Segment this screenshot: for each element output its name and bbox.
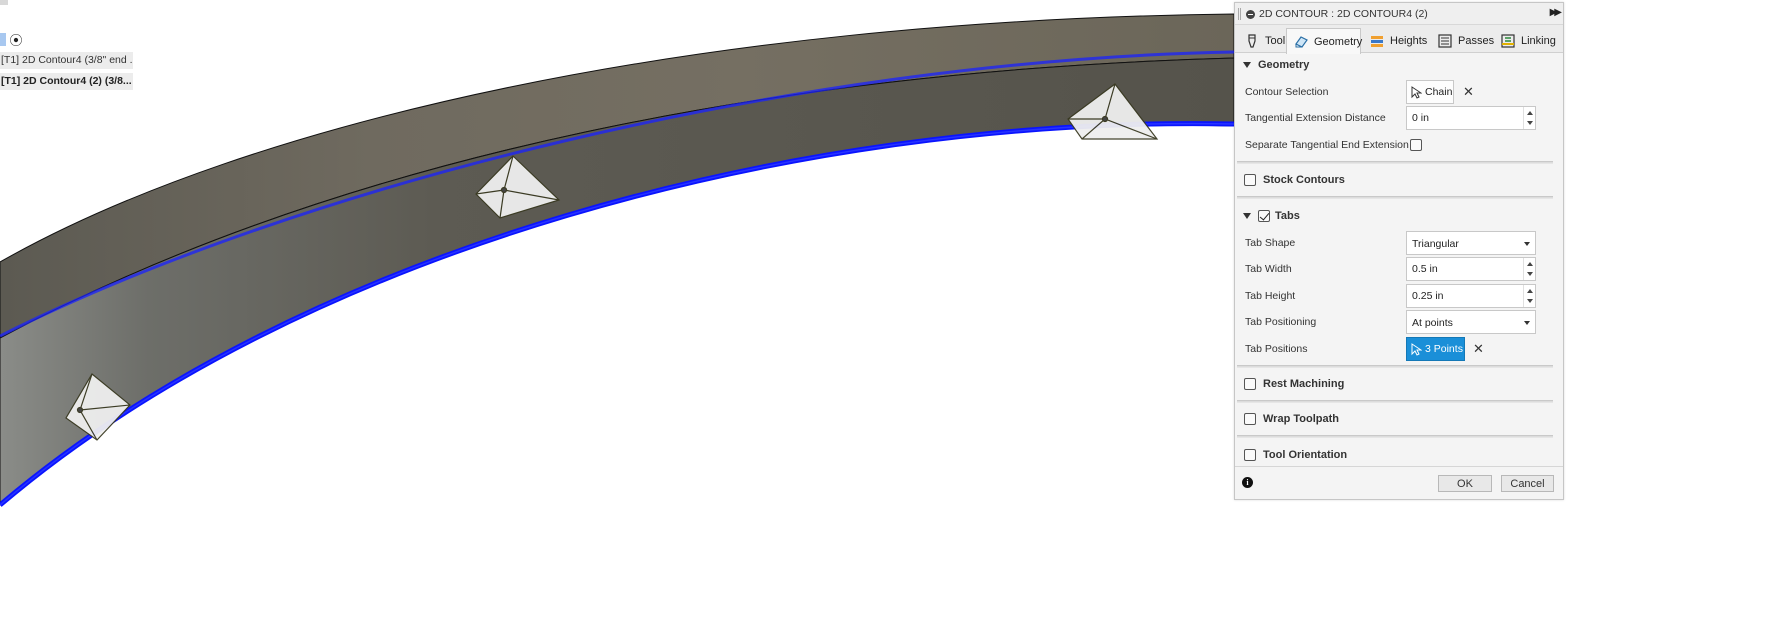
geometry-heading: Geometry: [1258, 59, 1310, 71]
tab-width-label: Tab Width: [1245, 263, 1292, 275]
chain-label: Chain: [1425, 86, 1453, 98]
tabs-checkbox[interactable]: [1258, 210, 1270, 222]
tangential-extension-row: Tangential Extension Distance: [1235, 106, 1563, 132]
tool-orientation-label: Tool Orientation: [1263, 449, 1348, 461]
dialog-title-bar[interactable]: 2D CONTOUR : 2D CONTOUR4 (2) ▶▶: [1235, 3, 1563, 25]
stock-contours-header[interactable]: Stock Contours: [1235, 170, 1563, 190]
contour-selection-label: Contour Selection: [1245, 86, 1329, 98]
tab-positions-label: Tab Positions: [1245, 343, 1308, 355]
tool-icon: [1244, 33, 1260, 49]
tab-shape-row: Tab Shape Triangular: [1235, 231, 1563, 257]
tangential-extension-stepper[interactable]: [1523, 107, 1535, 129]
cursor-arrow-icon: [1411, 85, 1422, 99]
geometry-section-header[interactable]: Geometry: [1235, 55, 1563, 75]
cursor-arrow-icon: [1411, 342, 1422, 356]
contour-selection-row: Contour Selection Chain ✕: [1235, 80, 1563, 106]
browser-stub: [0, 0, 8, 5]
linking-icon: [1500, 33, 1516, 49]
tab-shape-select[interactable]: Triangular: [1406, 231, 1536, 255]
tab-geometry[interactable]: Geometry: [1286, 28, 1363, 54]
divider: [1237, 400, 1553, 403]
tab-tool[interactable]: Tool: [1237, 28, 1285, 53]
divider: [1237, 365, 1553, 368]
tab-width-stepper[interactable]: [1523, 258, 1535, 280]
contour-selection-button[interactable]: Chain: [1406, 80, 1454, 104]
drag-grip-icon[interactable]: [1238, 8, 1241, 20]
tab-tool-label: Tool: [1265, 35, 1286, 47]
tab-passes[interactable]: Passes: [1430, 28, 1495, 53]
tab-geometry-label: Geometry: [1314, 35, 1363, 48]
rest-machining-checkbox[interactable]: [1244, 378, 1256, 390]
tab-passes-label: Passes: [1458, 35, 1495, 47]
divider: [1237, 435, 1553, 438]
dialog-title: 2D CONTOUR : 2D CONTOUR4 (2): [1259, 8, 1428, 20]
collapse-triangle-icon: [1243, 62, 1251, 68]
stock-contours-checkbox[interactable]: [1244, 174, 1256, 186]
tab-height-row: Tab Height: [1235, 284, 1563, 310]
operation-dialog: 2D CONTOUR : 2D CONTOUR4 (2) ▶▶ Tool Geo…: [1234, 2, 1564, 500]
tab-height-label: Tab Height: [1245, 290, 1296, 302]
chevron-down-icon: [1524, 242, 1530, 246]
wrap-toolpath-header[interactable]: Wrap Toolpath: [1235, 409, 1563, 429]
rest-machining-header[interactable]: Rest Machining: [1235, 374, 1563, 394]
dialog-tabs: Tool Geometry Heights Passes Linking: [1235, 25, 1563, 54]
collapse-icon[interactable]: [1246, 10, 1255, 19]
tab-shape-value: Triangular: [1412, 238, 1459, 250]
tab-linking-label: Linking: [1521, 35, 1556, 47]
dialog-footer: i OK Cancel: [1235, 466, 1563, 499]
separate-tangential-checkbox[interactable]: [1410, 139, 1422, 151]
separate-tangential-label: Separate Tangential End Extension: [1245, 139, 1409, 151]
passes-icon: [1437, 33, 1453, 49]
tab-heights[interactable]: Heights: [1362, 28, 1429, 53]
tab-positions-button[interactable]: 3 Points: [1406, 337, 1465, 361]
divider: [1237, 161, 1553, 164]
tab-height-field[interactable]: [1406, 284, 1536, 308]
geometry-icon: [1293, 34, 1309, 50]
collapse-triangle-icon: [1243, 213, 1251, 219]
tangential-extension-input[interactable]: [1410, 110, 1520, 126]
tab-width-input[interactable]: [1410, 261, 1520, 277]
tab-width-row: Tab Width: [1235, 257, 1563, 283]
wrap-toolpath-checkbox[interactable]: [1244, 413, 1256, 425]
divider: [1237, 196, 1553, 199]
tool-orientation-checkbox[interactable]: [1244, 449, 1256, 461]
wrap-toolpath-label: Wrap Toolpath: [1263, 413, 1339, 425]
tab-positions-row: Tab Positions 3 Points ✕: [1235, 337, 1563, 363]
tab-linking[interactable]: Linking: [1493, 28, 1559, 53]
cancel-button[interactable]: Cancel: [1501, 475, 1554, 492]
tab-positioning-label: Tab Positioning: [1245, 316, 1317, 328]
browser-item-contour4-2[interactable]: [T1] 2D Contour4 (2) (3/8...: [0, 73, 133, 90]
target-radio-icon[interactable]: ⦿: [9, 33, 23, 47]
part-side-face[interactable]: [0, 57, 1235, 506]
tab-positions-value: 3 Points: [1425, 343, 1463, 355]
tangential-extension-field[interactable]: [1406, 106, 1536, 130]
tabs-section-header[interactable]: Tabs: [1235, 206, 1563, 226]
clear-contour-icon[interactable]: ✕: [1463, 85, 1474, 98]
stock-contours-label: Stock Contours: [1263, 174, 1345, 186]
heights-icon: [1369, 33, 1385, 49]
separate-tangential-row: Separate Tangential End Extension: [1235, 133, 1563, 159]
tab-positioning-row: Tab Positioning At points: [1235, 310, 1563, 336]
tab-positioning-select[interactable]: At points: [1406, 310, 1536, 334]
tab-height-stepper[interactable]: [1523, 285, 1535, 307]
tab-positioning-value: At points: [1412, 317, 1453, 329]
tabs-label: Tabs: [1275, 210, 1300, 222]
browser-item-contour4[interactable]: [T1] 2D Contour4 (3/8" end ...: [0, 52, 133, 69]
tangential-extension-label: Tangential Extension Distance: [1245, 112, 1386, 124]
expand-arrows-icon[interactable]: ▶▶: [1550, 7, 1563, 18]
info-icon[interactable]: i: [1242, 477, 1253, 488]
tool-orientation-header[interactable]: Tool Orientation: [1235, 445, 1563, 465]
tab-width-field[interactable]: [1406, 257, 1536, 281]
tab-heights-label: Heights: [1390, 35, 1428, 47]
ok-button[interactable]: OK: [1438, 475, 1492, 492]
browser-selection-marker: [0, 33, 6, 46]
clear-tab-positions-icon[interactable]: ✕: [1473, 342, 1484, 355]
chevron-down-icon: [1524, 321, 1530, 325]
tab-shape-label: Tab Shape: [1245, 237, 1296, 249]
tab-height-input[interactable]: [1410, 288, 1520, 304]
rest-machining-label: Rest Machining: [1263, 378, 1345, 390]
